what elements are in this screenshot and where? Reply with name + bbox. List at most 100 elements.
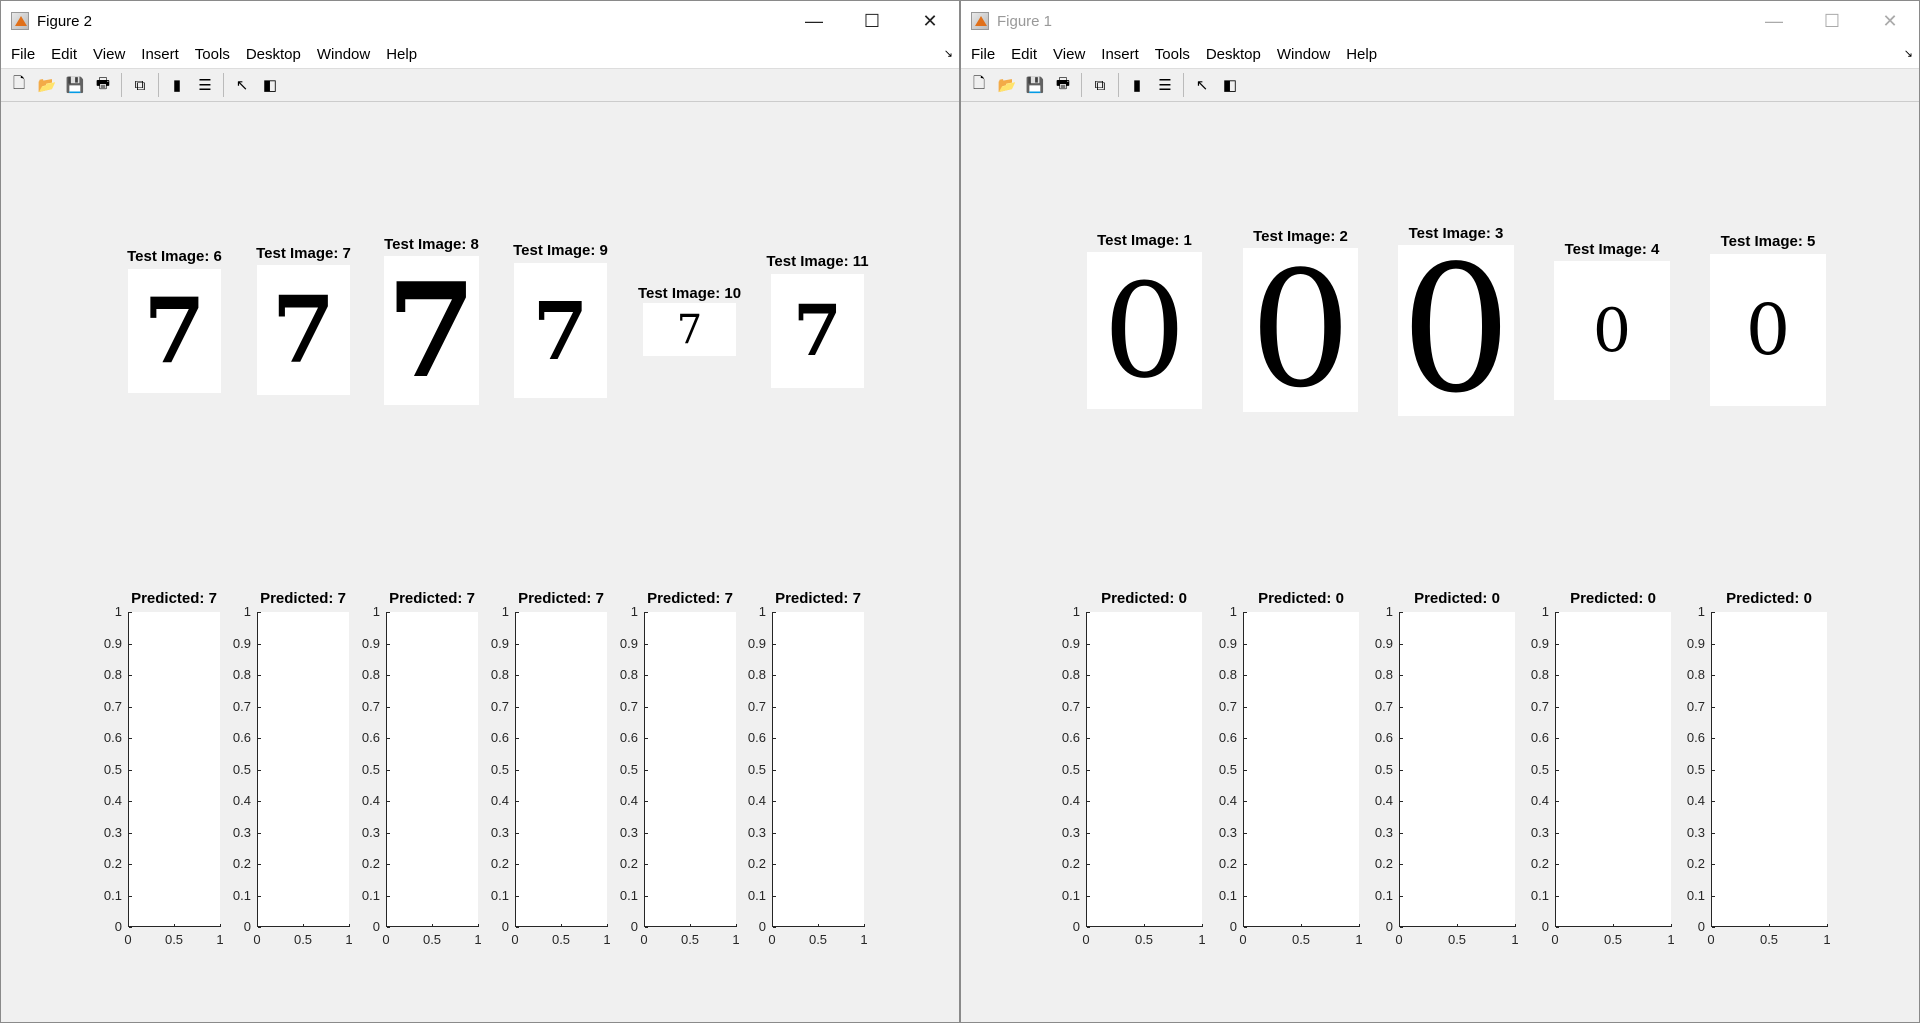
menu-tools[interactable]: Tools	[187, 46, 238, 63]
y-tick-mark	[258, 738, 261, 739]
y-tick-label: 0.9	[619, 635, 638, 651]
x-tick-mark	[561, 924, 562, 927]
legend-icon[interactable]: ☰	[1154, 74, 1176, 96]
minimize-icon[interactable]: —	[1745, 1, 1803, 41]
menu-edit[interactable]: Edit	[1003, 46, 1045, 63]
y-tick-mark	[1400, 738, 1403, 739]
y-tick-mark	[645, 895, 648, 897]
menu-window[interactable]: Window	[309, 46, 378, 63]
y-tick-label: 0.7	[619, 698, 638, 714]
open-file-icon[interactable]: 📂	[996, 74, 1018, 96]
y-tick-mark	[258, 675, 261, 676]
y-tick-label: 0.4	[490, 793, 509, 808]
y-tick-mark	[1556, 706, 1559, 708]
menu-tools[interactable]: Tools	[1147, 46, 1198, 63]
menu-view[interactable]: View	[1045, 46, 1093, 63]
prediction-axes	[386, 612, 478, 927]
y-tick-mark	[1400, 864, 1403, 865]
title-bar[interactable]: Figure 1 — ☐ ✕	[961, 1, 1919, 41]
image-title: Test Image: 11	[766, 253, 869, 270]
y-tick-label: 0.2	[361, 856, 380, 871]
new-figure-icon[interactable]: 🗋	[8, 74, 30, 96]
y-tick-mark	[516, 927, 519, 928]
save-icon[interactable]: 💾	[64, 74, 86, 96]
y-tick-mark	[1556, 864, 1559, 865]
y-tick-label: 0.6	[361, 730, 380, 745]
menu-file[interactable]: File	[963, 46, 1003, 63]
test-image: 7	[257, 265, 350, 395]
menu-file[interactable]: File	[3, 46, 43, 63]
y-tick-label: 0.8	[232, 667, 251, 682]
y-tick-label: 0.1	[232, 887, 251, 903]
legend-icon[interactable]: ☰	[194, 74, 216, 96]
dock-icon[interactable]: ↘	[944, 47, 953, 60]
prediction-title: Predicted: 7	[260, 590, 346, 607]
maximize-icon[interactable]: ☐	[1803, 1, 1861, 41]
menu-insert[interactable]: Insert	[133, 46, 187, 63]
menu-help[interactable]: Help	[378, 46, 425, 63]
x-tick-label: 1	[860, 932, 868, 947]
image-title: Test Image: 2	[1253, 228, 1348, 245]
maximize-icon[interactable]: ☐	[843, 1, 901, 41]
y-tick-label: 0.1	[361, 887, 380, 903]
y-tick-label: 0.5	[619, 761, 638, 777]
link-plot-icon[interactable]: ⧉	[1089, 74, 1111, 96]
y-tick-mark	[129, 738, 132, 739]
y-tick-mark	[1712, 612, 1715, 613]
y-tick-label: 0.2	[1530, 856, 1549, 871]
prediction-title: Predicted: 0	[1414, 590, 1500, 607]
y-tick-label: 0.7	[747, 698, 766, 714]
menu-desktop[interactable]: Desktop	[238, 46, 309, 63]
menu-window[interactable]: Window	[1269, 46, 1338, 63]
colorbar-icon[interactable]: ▮	[1126, 74, 1148, 96]
y-tick-label: 0.6	[1530, 730, 1549, 745]
new-figure-icon[interactable]: 🗋	[968, 74, 990, 96]
y-tick-label: 0.1	[619, 887, 638, 903]
y-tick-mark	[645, 738, 648, 739]
property-editor-icon[interactable]: ◧	[1219, 74, 1241, 96]
y-tick-mark	[129, 769, 132, 771]
menu-view[interactable]: View	[85, 46, 133, 63]
y-tick-mark	[129, 643, 132, 645]
prediction-axes	[772, 612, 864, 927]
link-plot-icon[interactable]: ⧉	[129, 74, 151, 96]
y-tick-label: 0.8	[1530, 667, 1549, 682]
menu-bar: File Edit View Insert Tools Desktop Window Help	[961, 41, 1919, 68]
x-tick-label: 0	[1395, 932, 1403, 947]
colorbar-icon[interactable]: ▮	[166, 74, 188, 96]
print-icon[interactable]: 🖶	[92, 74, 114, 96]
title-bar[interactable]: Figure 2 — ☐ ✕	[1, 1, 959, 41]
y-tick-label: 0.5	[103, 761, 122, 777]
y-tick-label: 0.8	[103, 667, 122, 682]
menu-help[interactable]: Help	[1338, 46, 1385, 63]
prediction-title: Predicted: 0	[1726, 590, 1812, 607]
menu-insert[interactable]: Insert	[1093, 46, 1147, 63]
menu-desktop[interactable]: Desktop	[1198, 46, 1269, 63]
y-tick-mark	[773, 706, 776, 708]
pointer-icon[interactable]: ↖	[231, 74, 253, 96]
x-tick-label: 1	[1823, 932, 1831, 947]
prediction-axes	[1086, 612, 1202, 927]
x-tick-label: 1	[603, 932, 611, 947]
y-tick-label: 1	[114, 604, 122, 619]
open-file-icon[interactable]: 📂	[36, 74, 58, 96]
y-tick-mark	[773, 895, 776, 897]
y-tick-label: 0.8	[490, 667, 509, 682]
minimize-icon[interactable]: —	[785, 1, 843, 41]
y-tick-mark	[258, 643, 261, 645]
y-tick-label: 0.3	[1686, 824, 1705, 840]
close-icon[interactable]: ✕	[901, 1, 959, 41]
menu-edit[interactable]: Edit	[43, 46, 85, 63]
y-tick-mark	[1244, 801, 1247, 802]
y-tick-mark	[1556, 832, 1559, 834]
save-icon[interactable]: 💾	[1024, 74, 1046, 96]
pointer-icon[interactable]: ↖	[1191, 74, 1213, 96]
y-tick-mark	[1712, 801, 1715, 802]
close-icon[interactable]: ✕	[1861, 1, 1919, 41]
property-editor-icon[interactable]: ◧	[259, 74, 281, 96]
print-icon[interactable]: 🖶	[1052, 74, 1074, 96]
test-image: 0	[1243, 248, 1358, 412]
toolbar-separator	[1081, 73, 1082, 97]
y-tick-label: 0.4	[747, 793, 766, 808]
dock-icon[interactable]: ↘	[1904, 47, 1913, 60]
